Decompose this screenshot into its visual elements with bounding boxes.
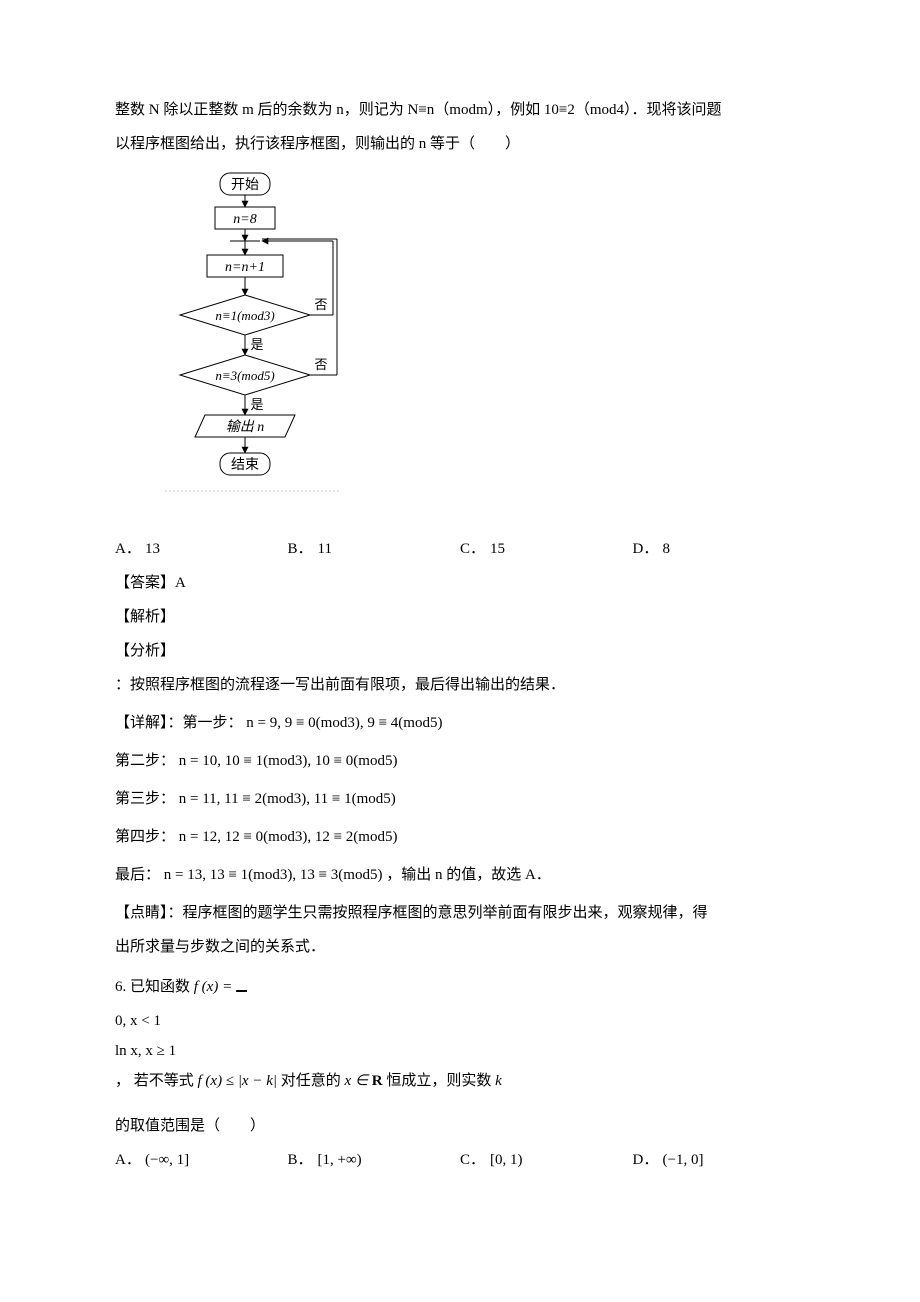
svg-text:开始: 开始 (231, 177, 259, 193)
step1-math: n = 9, 9 ≡ 0(mod3), 9 ≡ 4(mod5) (246, 715, 442, 731)
q6-option-c: C．[0, 1) (460, 1145, 633, 1175)
step4-math: n = 12, 12 ≡ 0(mod3), 12 ≡ 2(mod5) (179, 829, 398, 845)
option-d-label: D． (633, 534, 663, 564)
stepF-prefix: 最后： (115, 867, 160, 883)
q6-option-a-text: (−∞, 1] (145, 1152, 189, 1168)
q6-ineq: f (x) ≤ |x − k| (198, 1073, 277, 1089)
step2-prefix: 第二步： (115, 753, 175, 769)
option-d-text: 8 (663, 541, 671, 557)
answer-line: 【答案】A (115, 568, 805, 598)
option-c-label: C． (460, 534, 490, 564)
fenxi-text: ：按照程序框图的流程逐一写出前面有限项，最后得出输出的结果． (115, 670, 805, 700)
question5-options: A．13 B．11 C．15 D．8 (115, 534, 805, 564)
step3: 第三步： n = 11, 11 ≡ 2(mod3), 11 ≡ 1(mod5) (115, 784, 805, 814)
q6-option-c-label: C． (460, 1145, 490, 1175)
option-a-text: 13 (145, 541, 160, 557)
jiexi-label: 【解析】 (115, 602, 805, 632)
q6-piece1: 0, x < 1 (115, 1006, 805, 1036)
q6-mid3: 恒成立，则实数 (386, 1073, 495, 1089)
q6-kvar: k (495, 1073, 502, 1089)
svg-text:n=n+1: n=n+1 (225, 260, 265, 275)
q6-option-c-text: [0, 1) (490, 1152, 523, 1168)
svg-text:是: 是 (250, 397, 263, 412)
question6-line2: 的取值范围是（ ） (115, 1111, 805, 1141)
q6-option-d: D．(−1, 0] (633, 1145, 806, 1175)
step3-math: n = 11, 11 ≡ 2(mod3), 11 ≡ 1(mod5) (179, 791, 396, 807)
option-d: D．8 (633, 534, 806, 564)
step2: 第二步： n = 10, 10 ≡ 1(mod3), 10 ≡ 0(mod5) (115, 746, 805, 776)
option-a: A．13 (115, 534, 288, 564)
svg-text:结束: 结束 (231, 457, 259, 473)
option-b: B．11 (288, 534, 461, 564)
q6-option-d-label: D． (633, 1145, 663, 1175)
q6-mid1: ， 若不等式 (115, 1073, 198, 1089)
step2-math: n = 10, 10 ≡ 1(mod3), 10 ≡ 0(mod5) (179, 753, 398, 769)
option-b-label: B． (288, 534, 318, 564)
svg-text:n≡3(mod5): n≡3(mod5) (215, 368, 274, 383)
svg-text:n≡1(mod3): n≡1(mod3) (215, 308, 274, 323)
q6-mid2: 对任意的 (281, 1073, 345, 1089)
step1: 【详解】：第一步： n = 9, 9 ≡ 0(mod3), 9 ≡ 4(mod5… (115, 708, 805, 738)
stepF-math: n = 13, 13 ≡ 1(mod3), 13 ≡ 3(mod5) (164, 867, 383, 883)
q6-option-d-text: (−1, 0] (663, 1152, 704, 1168)
step4: 第四步： n = 12, 12 ≡ 0(mod3), 12 ≡ 2(mod5) (115, 822, 805, 852)
option-c-text: 15 (490, 541, 505, 557)
flowchart-svg: 开始 n=8 n=n+1 n≡1(mod3) 否 (165, 171, 340, 511)
q6-option-a: A．(−∞, 1] (115, 1145, 288, 1175)
svg-text:否: 否 (314, 357, 327, 372)
q6-fx: f (x) = (194, 979, 236, 995)
option-c: C．15 (460, 534, 633, 564)
q6-xin: x ∈ R (345, 1073, 383, 1089)
fenxi-label: 【分析】 (115, 636, 805, 666)
option-a-label: A． (115, 534, 145, 564)
option-b-text: 11 (318, 541, 332, 557)
q6-option-a-label: A． (115, 1145, 145, 1175)
svg-text:是: 是 (250, 337, 263, 352)
svg-text:否: 否 (314, 297, 327, 312)
q6-piece2: ln x, x ≥ 1 (115, 1036, 805, 1066)
svg-text:输出 n: 输出 n (226, 419, 265, 435)
q6-prefix: 6. 已知函数 (115, 979, 194, 995)
q6-option-b-text: [1, +∞) (318, 1152, 362, 1168)
dianjing-line1: 【点睛】：程序框图的题学生只需按照程序框图的意思列举前面有限步出来，观察规律，得 (115, 898, 805, 928)
step-final: 最后： n = 13, 13 ≡ 1(mod3), 13 ≡ 3(mod5) ，… (115, 860, 805, 890)
page-content: 整数 N 除以正整数 m 后的余数为 n，则记为 N≡n（modm），例如 10… (0, 0, 920, 1302)
question5-intro-line2: 以程序框图给出，执行该程序框图，则输出的 n 等于（ ） (115, 129, 805, 159)
step4-prefix: 第四步： (115, 829, 175, 845)
question6-options: A．(−∞, 1] B．[1, +∞) C．[0, 1) D．(−1, 0] (115, 1145, 805, 1175)
step3-prefix: 第三步： (115, 791, 175, 807)
question5-intro-line1: 整数 N 除以正整数 m 后的余数为 n，则记为 N≡n（modm），例如 10… (115, 95, 805, 125)
q6-option-b-label: B． (288, 1145, 318, 1175)
flowchart-diagram: 开始 n=8 n=n+1 n≡1(mod3) 否 (165, 171, 805, 522)
svg-text:n=8: n=8 (233, 212, 256, 227)
question6-line1: 6. 已知函数 f (x) = (115, 972, 805, 1002)
stepF-suffix: ，输出 n 的值，故选 A． (386, 867, 551, 883)
step1-prefix: 【详解】：第一步： (115, 715, 243, 731)
dianjing-line2: 出所求量与步数之间的关系式． (115, 932, 805, 962)
q6-option-b: B．[1, +∞) (288, 1145, 461, 1175)
